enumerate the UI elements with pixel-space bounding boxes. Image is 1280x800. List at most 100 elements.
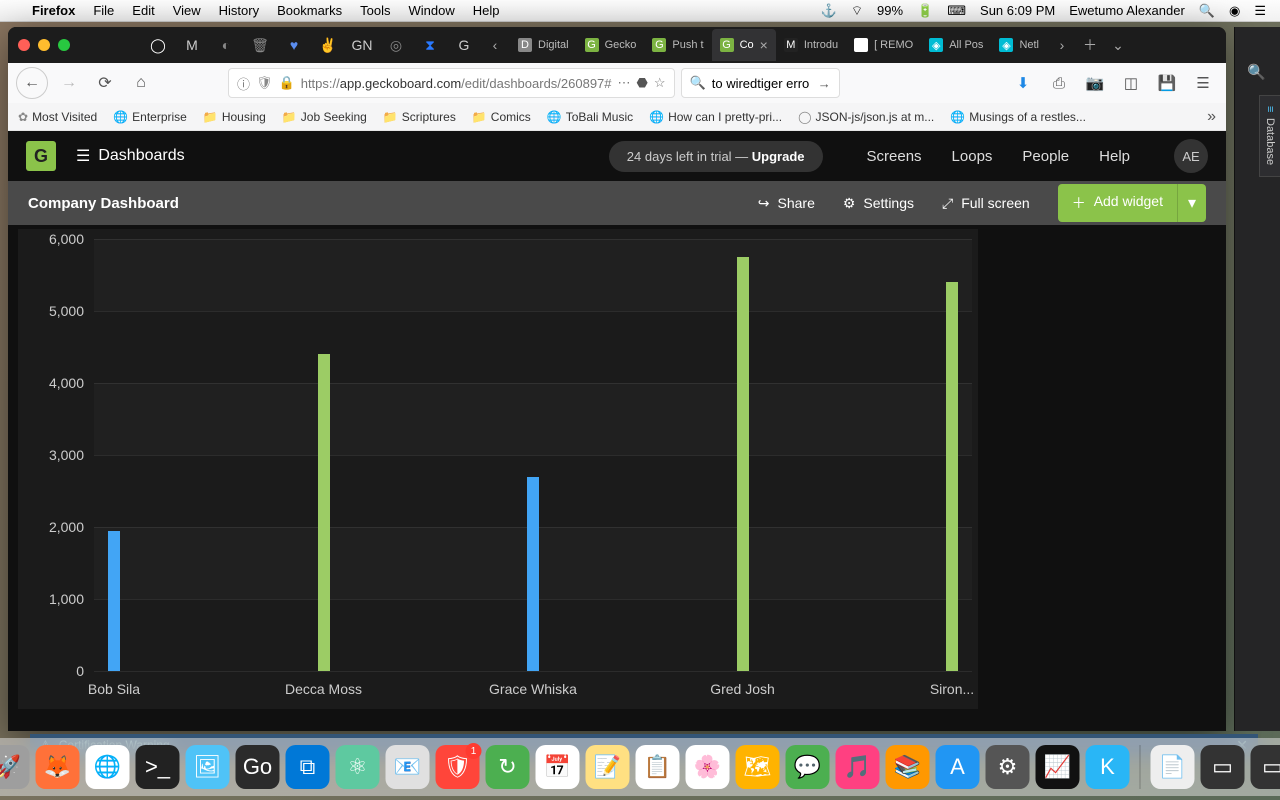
devtools-database-tab[interactable]: ≡Database: [1259, 95, 1280, 177]
chart-bar[interactable]: [527, 477, 539, 671]
menu-edit[interactable]: Edit: [132, 3, 154, 18]
chart-bar[interactable]: [946, 282, 958, 671]
dock-app[interactable]: 📝: [586, 745, 630, 789]
library-icon[interactable]: ⎙: [1044, 68, 1074, 98]
dock-app[interactable]: 🛡1: [436, 745, 480, 789]
dock-app[interactable]: 📈: [1036, 745, 1080, 789]
pinned-tab-gmail[interactable]: M: [176, 30, 208, 60]
back-button[interactable]: ←: [16, 67, 48, 99]
shield-icon[interactable]: 🛡: [256, 75, 273, 91]
dock-app[interactable]: 📋: [636, 745, 680, 789]
pinned-tab-github[interactable]: ◯: [142, 30, 174, 60]
pinned-tab[interactable]: ◎: [380, 30, 412, 60]
browser-tab[interactable]: GPush t: [644, 29, 711, 61]
bookmark-item[interactable]: 🌐Musings of a restles...: [950, 110, 1086, 124]
search-go-icon[interactable]: →: [818, 76, 831, 91]
bookmark-item[interactable]: ✿Most Visited: [18, 110, 97, 124]
browser-tab[interactable]: GCo×: [712, 29, 776, 61]
nav-loops[interactable]: Loops: [952, 148, 993, 165]
dock-app[interactable]: 🌸: [686, 745, 730, 789]
screenshot-icon[interactable]: 📷: [1080, 68, 1110, 98]
menu-file[interactable]: File: [93, 3, 114, 18]
bookmark-item[interactable]: ◯JSON-js/json.js at m...: [798, 110, 934, 124]
pocket-icon[interactable]: ⬣: [637, 75, 648, 91]
lock-icon[interactable]: 🔒: [279, 75, 295, 91]
chart-bar[interactable]: [737, 257, 749, 671]
chart-bar[interactable]: [108, 531, 120, 671]
dashboards-menu-button[interactable]: ☰ Dashboards: [76, 146, 185, 166]
bookmark-item[interactable]: 🌐Enterprise: [113, 110, 187, 124]
dock-app[interactable]: ⚙: [986, 745, 1030, 789]
share-button[interactable]: ↪Share: [758, 195, 815, 212]
dock-app[interactable]: 🗺: [736, 745, 780, 789]
search-bar[interactable]: 🔍 →: [681, 68, 840, 98]
pinned-tab[interactable]: ◐: [210, 30, 242, 60]
browser-tab[interactable]: ◈Netl: [991, 29, 1047, 61]
dock-app[interactable]: ▭: [1201, 745, 1245, 789]
search-icon[interactable]: 🔍: [1247, 63, 1266, 81]
dock-app[interactable]: 🌐: [86, 745, 130, 789]
browser-tab[interactable]: MIntrodu: [776, 29, 846, 61]
bookmark-folder[interactable]: 📁Job Seeking: [282, 110, 367, 124]
bookmarks-overflow[interactable]: »: [1207, 108, 1216, 126]
fullscreen-button[interactable]: ⤢Full screen: [942, 195, 1030, 212]
chart-bar[interactable]: [318, 354, 330, 671]
url-bar[interactable]: ⓘ 🛡 🔒 https://app.geckoboard.com/edit/da…: [228, 68, 675, 98]
home-button[interactable]: ⌂: [126, 68, 156, 98]
window-minimize-button[interactable]: [38, 39, 50, 51]
dock-app[interactable]: 📚: [886, 745, 930, 789]
bookmark-item[interactable]: 🌐How can I pretty-pri...: [649, 110, 782, 124]
dock-app[interactable]: ⧉: [286, 745, 330, 789]
pinned-tab[interactable]: GN: [346, 30, 378, 60]
nav-screens[interactable]: Screens: [867, 148, 922, 165]
reload-button[interactable]: ⟳: [90, 68, 120, 98]
downloads-icon[interactable]: ⬇: [1008, 68, 1038, 98]
menu-history[interactable]: History: [219, 3, 259, 18]
info-icon[interactable]: ⓘ: [237, 74, 250, 93]
page-action-icon[interactable]: ⋯: [618, 75, 631, 91]
tab-list-button[interactable]: ⌄: [1105, 37, 1131, 54]
window-close-button[interactable]: [18, 39, 30, 51]
bar-chart-widget[interactable]: 01,0002,0003,0004,0005,0006,000Bob SilaD…: [18, 229, 978, 709]
siri-icon[interactable]: ◉: [1229, 3, 1240, 19]
browser-tab[interactable]: ◆[ REMO: [846, 29, 921, 61]
bookmark-item[interactable]: 🌐ToBali Music: [547, 110, 633, 124]
gb-logo[interactable]: G: [26, 141, 56, 171]
menubar-clock[interactable]: Sun 6:09 PM: [980, 3, 1055, 18]
menubar-app-name[interactable]: Firefox: [32, 3, 75, 18]
menu-help[interactable]: Help: [473, 3, 500, 18]
bookmark-folder[interactable]: 📁Housing: [203, 110, 266, 124]
keyboard-icon[interactable]: ⌨: [947, 3, 966, 19]
browser-tab[interactable]: ◈All Pos: [921, 29, 991, 61]
dock-app[interactable]: ▭: [1251, 745, 1280, 789]
new-tab-button[interactable]: ＋: [1077, 35, 1103, 55]
pinned-tab[interactable]: ♥: [278, 30, 310, 60]
window-zoom-button[interactable]: [58, 39, 70, 51]
dashboard-canvas[interactable]: 01,0002,0003,0004,0005,0006,000Bob SilaD…: [8, 225, 1226, 731]
battery-icon[interactable]: 🔋: [917, 3, 933, 19]
pinned-tab[interactable]: 🗑: [244, 30, 276, 60]
bookmark-folder[interactable]: 📁Scriptures: [383, 110, 456, 124]
dock-app[interactable]: 📧: [386, 745, 430, 789]
dock-app[interactable]: 📄: [1151, 745, 1195, 789]
save-icon[interactable]: 💾: [1152, 68, 1182, 98]
user-avatar[interactable]: AE: [1174, 139, 1208, 173]
sidebar-icon[interactable]: ◫: [1116, 68, 1146, 98]
nav-help[interactable]: Help: [1099, 148, 1130, 165]
menubar-user[interactable]: Ewetumo Alexander: [1069, 3, 1185, 18]
docker-icon[interactable]: ⚓: [821, 3, 837, 19]
add-widget-caret[interactable]: ▾: [1177, 184, 1206, 222]
dock-app[interactable]: 🦊: [36, 745, 80, 789]
dock-app[interactable]: K: [1086, 745, 1130, 789]
battery-percent[interactable]: 99%: [877, 3, 903, 18]
bookmark-folder[interactable]: 📁Comics: [472, 110, 531, 124]
dock-app[interactable]: 🎵: [836, 745, 880, 789]
pinned-tab[interactable]: ✌: [312, 30, 344, 60]
browser-tab[interactable]: DDigital: [510, 29, 577, 61]
dock-app[interactable]: Go: [236, 745, 280, 789]
trial-banner[interactable]: 24 days left in trial — Upgrade: [609, 141, 823, 172]
wifi-icon[interactable]: ⌔: [851, 3, 863, 19]
pinned-tab-geckoboard[interactable]: G: [448, 30, 480, 60]
forward-button[interactable]: →: [54, 68, 84, 98]
dock-app[interactable]: ⚛: [336, 745, 380, 789]
